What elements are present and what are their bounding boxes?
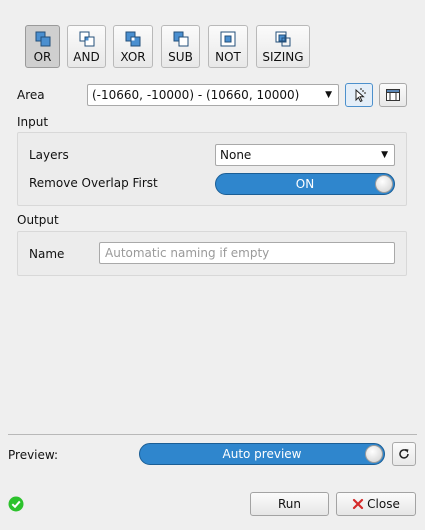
op-sub-button[interactable]: SUB xyxy=(161,25,200,68)
remove-overlap-toggle[interactable]: ON xyxy=(215,173,395,195)
auto-preview-toggle[interactable]: Auto preview xyxy=(139,443,385,465)
close-label: Close xyxy=(367,497,400,511)
area-value: (-10660, -10000) - (10660, 10000) xyxy=(92,88,300,102)
layers-value: None xyxy=(220,148,252,162)
name-label: Name xyxy=(29,247,65,261)
op-or-button[interactable]: OR xyxy=(25,25,60,68)
remove-overlap-state: ON xyxy=(295,177,315,191)
op-not-button[interactable]: NOT xyxy=(208,25,248,68)
op-or-label: OR xyxy=(33,50,52,64)
remove-overlap-label: Remove Overlap First xyxy=(29,176,158,190)
op-xor-button[interactable]: XOR xyxy=(113,25,153,68)
check-circle-icon xyxy=(8,496,24,512)
op-not-label: NOT xyxy=(215,50,241,64)
cursor-pick-icon xyxy=(355,88,366,103)
op-sizing-label: SIZING xyxy=(262,50,304,64)
op-xor-label: XOR xyxy=(120,50,146,64)
or-icon xyxy=(35,31,50,47)
area-label: Area xyxy=(17,88,45,102)
close-x-icon xyxy=(353,498,364,510)
input-section-title: Input xyxy=(17,115,49,129)
window-layout-icon xyxy=(386,89,400,101)
op-sizing-button[interactable]: SIZING xyxy=(256,25,310,68)
run-button[interactable]: Run xyxy=(250,492,329,516)
sizing-icon xyxy=(275,31,291,47)
area-combo[interactable]: (-10660, -10000) - (10660, 10000) ▼ xyxy=(87,84,339,106)
op-and-label: AND xyxy=(73,50,100,64)
xor-icon xyxy=(125,31,141,47)
chevron-down-icon: ▼ xyxy=(381,150,388,160)
sub-icon xyxy=(173,31,188,47)
op-and-button[interactable]: AND xyxy=(67,25,106,68)
view-area-button[interactable] xyxy=(379,83,407,107)
refresh-icon xyxy=(399,449,409,459)
output-name-input[interactable] xyxy=(99,242,395,264)
op-sub-label: SUB xyxy=(168,50,193,64)
layers-combo[interactable]: None ▼ xyxy=(215,144,395,166)
chevron-down-icon: ▼ xyxy=(325,90,332,100)
pick-area-button[interactable] xyxy=(345,83,373,107)
layers-label: Layers xyxy=(29,148,69,162)
toggle-knob xyxy=(365,445,383,463)
not-icon xyxy=(220,31,236,47)
output-section-title: Output xyxy=(17,213,59,227)
toggle-knob xyxy=(375,175,393,193)
preview-label: Preview: xyxy=(8,448,59,462)
refresh-preview-button[interactable] xyxy=(392,442,416,466)
divider xyxy=(8,434,417,435)
and-icon xyxy=(79,31,94,47)
run-label: Run xyxy=(277,497,301,511)
close-button[interactable]: Close xyxy=(336,492,416,516)
auto-preview-label: Auto preview xyxy=(222,447,302,461)
